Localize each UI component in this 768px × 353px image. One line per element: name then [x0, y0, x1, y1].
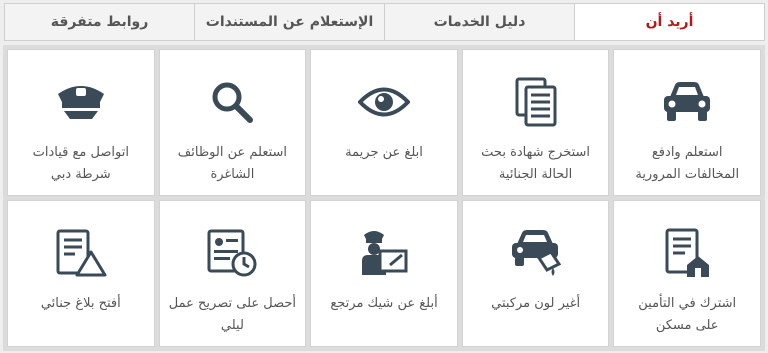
service-report-bounced-cheque[interactable]: أبلغ عن شيك مرتجع	[310, 200, 458, 347]
tab-services-guide[interactable]: دليل الخدمات	[384, 4, 574, 40]
service-label: استخرج شهادة بحث الحالة الجنائية	[481, 145, 591, 182]
service-job-vacancies[interactable]: استعلم عن الوظائف الشاغرة	[158, 49, 307, 196]
service-contact-police-leaders[interactable]: اتواصل مع قيادات شرطة دبي	[7, 49, 155, 196]
service-night-work-permit[interactable]: أحصل على تصريح عمل ليلي	[158, 200, 307, 347]
service-label: اتواصل مع قيادات شرطة دبي	[32, 145, 129, 182]
police-cheque-icon	[358, 227, 410, 279]
car-icon	[660, 76, 714, 128]
service-criminal-status-certificate[interactable]: استخرج شهادة بحث الحالة الجنائية	[461, 49, 610, 196]
police-cap-icon	[54, 76, 108, 128]
documents-icon	[513, 76, 559, 128]
service-change-vehicle-color[interactable]: أغير لون مركبتي	[461, 200, 610, 347]
tab-bar: أريد أن دليل الخدمات الإستعلام عن المستن…	[4, 3, 765, 41]
tab-document-inquiry[interactable]: الإستعلام عن المستندات	[194, 4, 384, 40]
service-label: أبلغ عن شيك مرتجع	[330, 296, 438, 311]
service-report-crime[interactable]: ابلغ عن جريمة	[310, 49, 458, 196]
report-warning-icon	[55, 227, 107, 279]
search-icon	[210, 76, 254, 128]
tab-i-want-to[interactable]: أريد أن	[574, 4, 764, 40]
service-label: استعلم وادفع المخالفات المرورية	[635, 145, 740, 182]
car-paint-icon	[509, 227, 563, 279]
tab-misc-links[interactable]: روابط متفرقة	[5, 4, 194, 40]
service-label: أفتح بلاغ جنائي	[40, 296, 121, 311]
eye-icon	[358, 76, 411, 128]
service-label: استعلم عن الوظائف الشاغرة	[177, 145, 288, 182]
service-traffic-fines[interactable]: استعلم وادفع المخالفات المرورية	[613, 49, 761, 196]
service-home-insurance[interactable]: اشترك في التأمين على مسكن	[613, 200, 761, 347]
house-insurance-icon	[663, 227, 711, 279]
service-label: ابلغ عن جريمة	[345, 145, 423, 160]
service-label: اشترك في التأمين على مسكن	[638, 296, 737, 333]
services-grid: استعلم وادفع المخالفات المرورية استخرج ش…	[3, 45, 765, 351]
permit-clock-icon	[206, 227, 258, 279]
service-label: أحصل على تصريح عمل ليلي	[168, 296, 297, 333]
service-label: أغير لون مركبتي	[491, 296, 581, 311]
service-open-criminal-report[interactable]: أفتح بلاغ جنائي	[7, 200, 155, 347]
